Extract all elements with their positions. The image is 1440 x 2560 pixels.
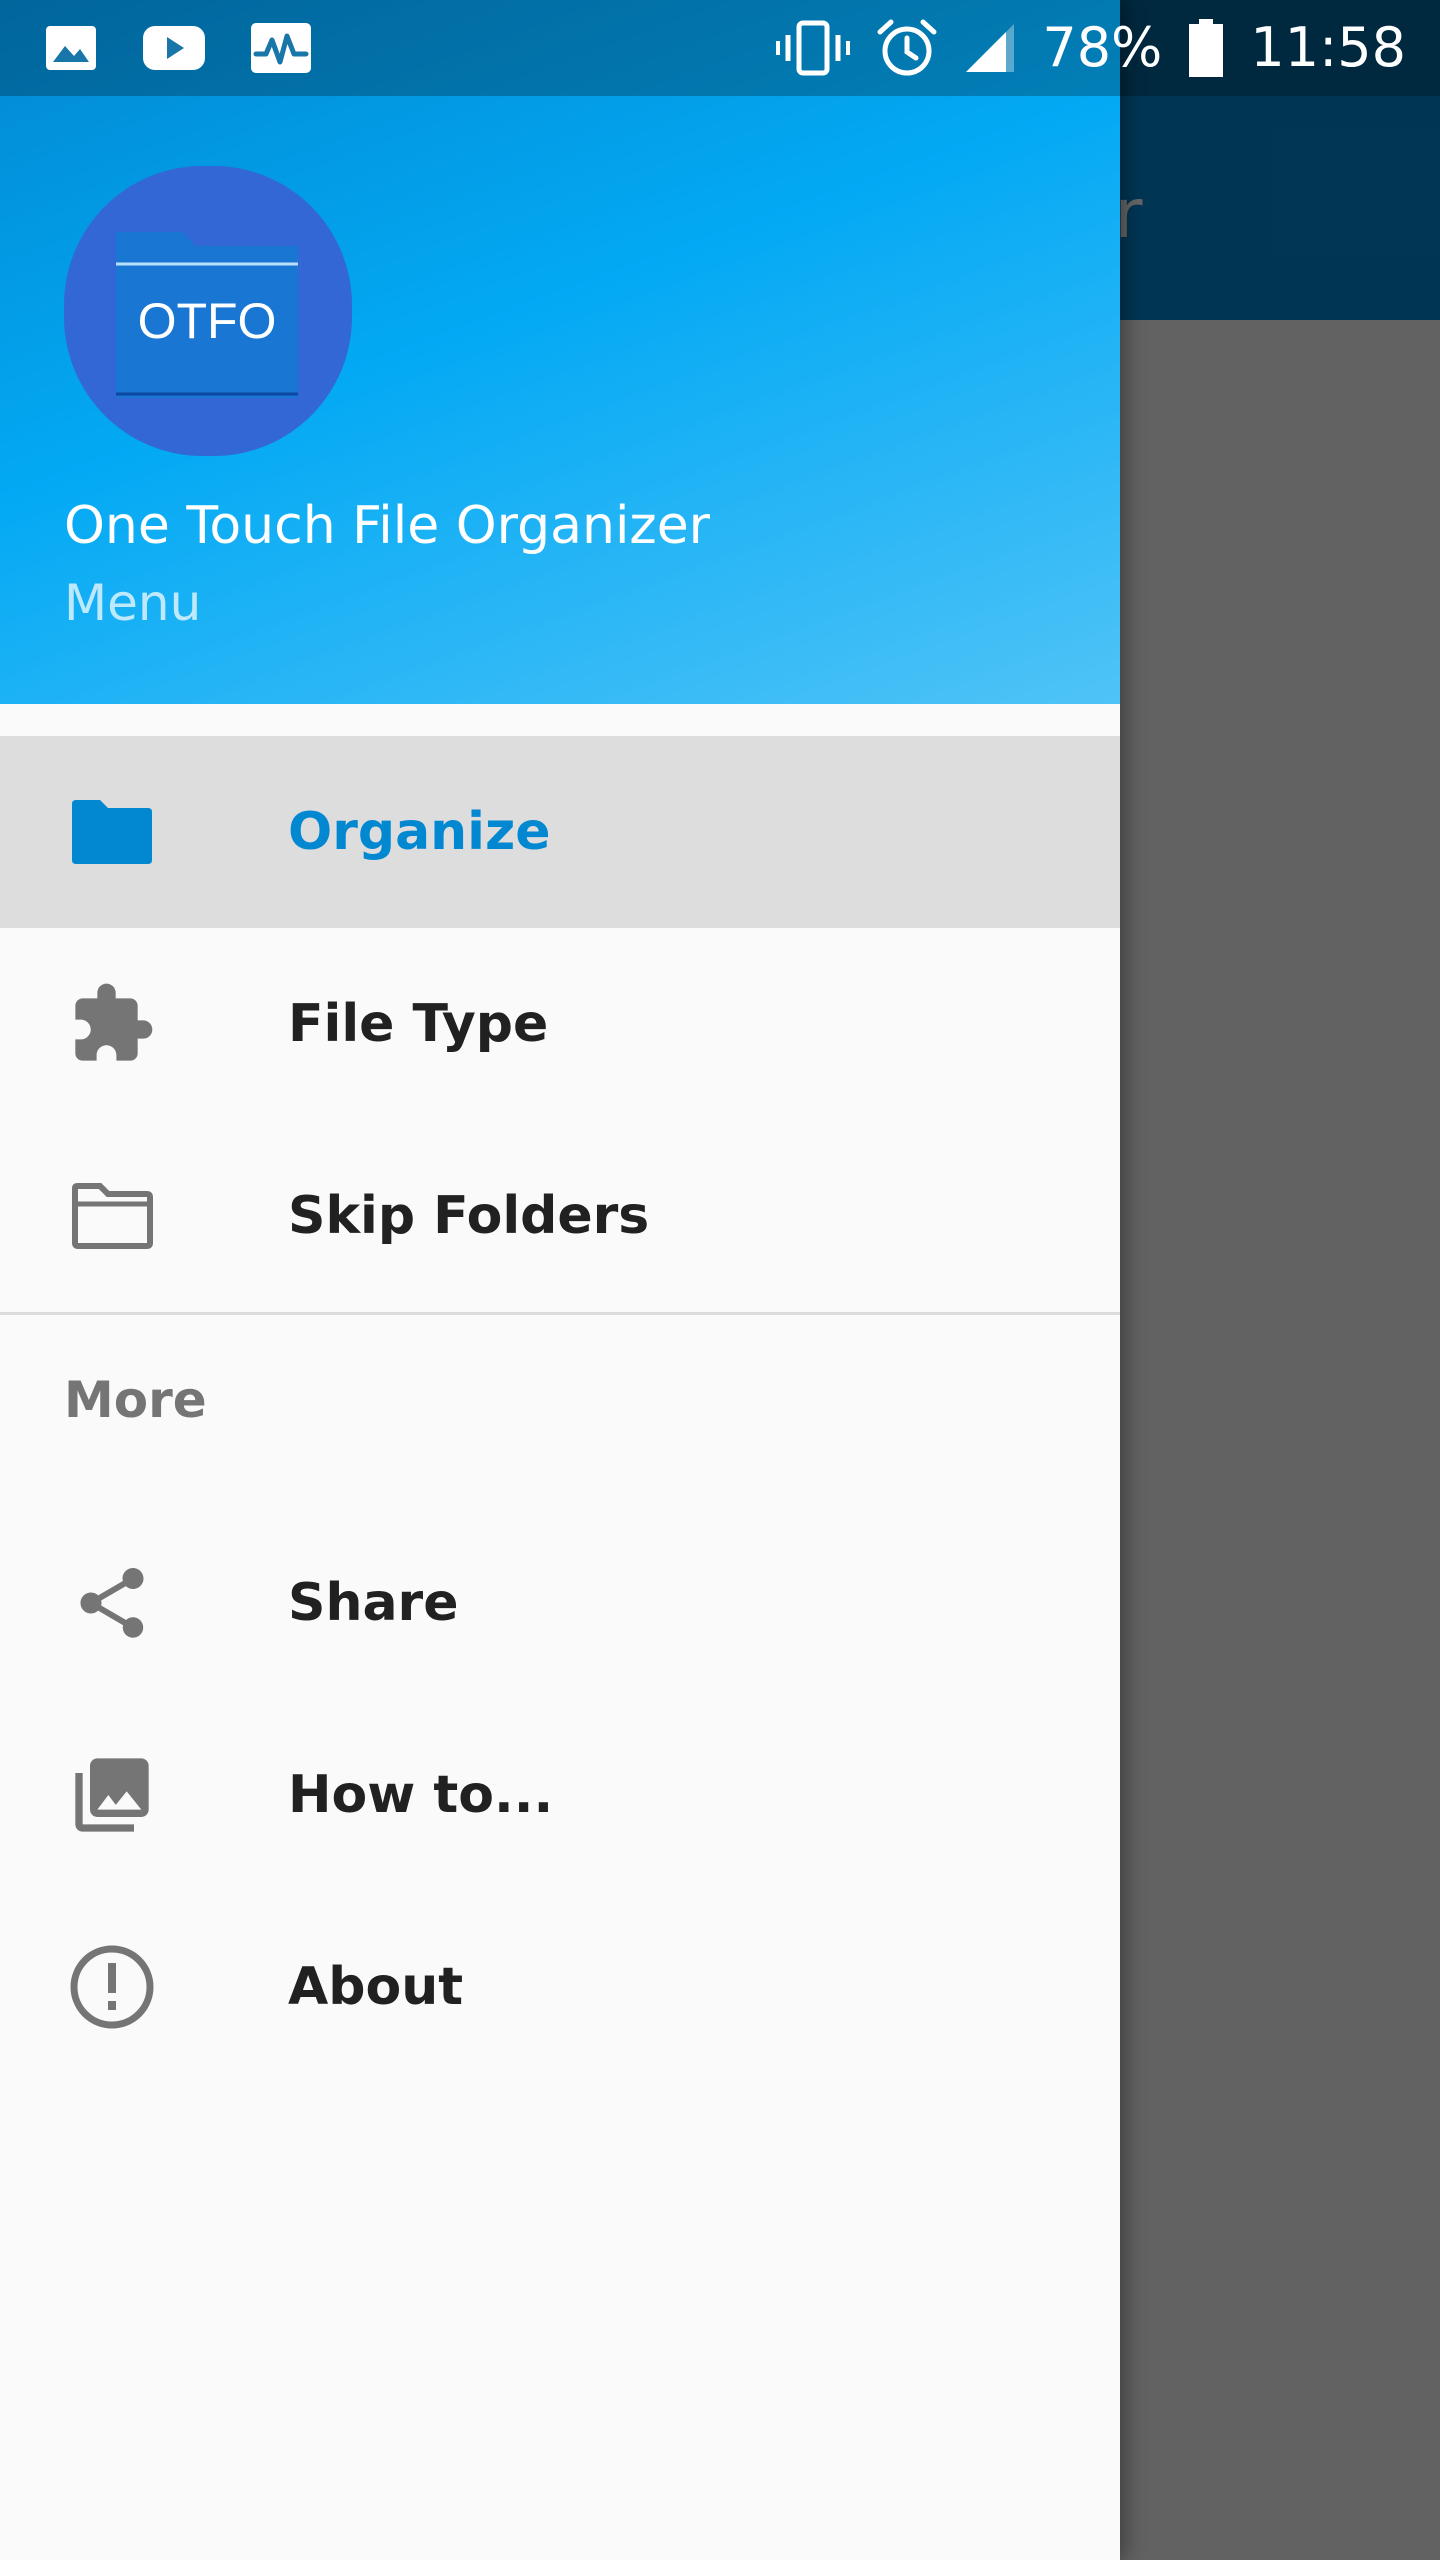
battery-icon bbox=[1188, 18, 1224, 78]
app-logo: OTFO bbox=[64, 166, 352, 456]
menu-item-about[interactable]: About bbox=[0, 1891, 1120, 2083]
menu-item-share[interactable]: Share bbox=[0, 1507, 1120, 1699]
info-icon bbox=[64, 1939, 160, 2035]
menu-item-label: Organize bbox=[288, 802, 551, 862]
gallery-icon bbox=[44, 24, 98, 72]
clock: 11:58 bbox=[1250, 16, 1406, 79]
menu-item-file-type[interactable]: File Type bbox=[0, 928, 1120, 1120]
folder-icon bbox=[64, 784, 160, 880]
status-bar: 78% 11:58 bbox=[0, 0, 1440, 96]
menu-item-label: About bbox=[288, 1957, 464, 2017]
folder-outline-icon bbox=[64, 1168, 160, 1264]
photo-library-icon bbox=[64, 1747, 160, 1843]
menu-item-label: File Type bbox=[288, 994, 549, 1054]
app-title: One Touch File Organizer bbox=[64, 496, 711, 556]
battery-percent: 78% bbox=[1042, 16, 1163, 79]
vibrate-icon bbox=[776, 19, 851, 77]
navigation-drawer: OTFO One Touch File Organizer Menu Organ… bbox=[0, 0, 1120, 2560]
share-icon bbox=[64, 1555, 160, 1651]
menu-item-label: Skip Folders bbox=[288, 1186, 650, 1246]
youtube-icon bbox=[142, 24, 206, 72]
screen: One Touch File Organizer bbox=[0, 0, 1440, 2560]
signal-icon bbox=[964, 22, 1016, 74]
alarm-icon bbox=[876, 18, 938, 78]
header-subtitle: Menu bbox=[64, 574, 202, 632]
logo-text: OTFO bbox=[137, 293, 277, 349]
drawer-menu: Organize File Type Skip Folders More Sha… bbox=[0, 736, 1120, 2083]
menu-item-how-to[interactable]: How to... bbox=[0, 1699, 1120, 1891]
section-title: More bbox=[64, 1371, 207, 1429]
menu-item-skip-folders[interactable]: Skip Folders bbox=[0, 1120, 1120, 1312]
menu-item-label: Share bbox=[288, 1573, 459, 1633]
activity-icon bbox=[250, 22, 312, 74]
puzzle-icon bbox=[64, 976, 160, 1072]
drawer-header: OTFO One Touch File Organizer Menu bbox=[0, 0, 1120, 704]
menu-item-organize[interactable]: Organize bbox=[0, 736, 1120, 928]
menu-item-label: How to... bbox=[288, 1765, 554, 1825]
section-header-more: More bbox=[0, 1315, 1120, 1459]
